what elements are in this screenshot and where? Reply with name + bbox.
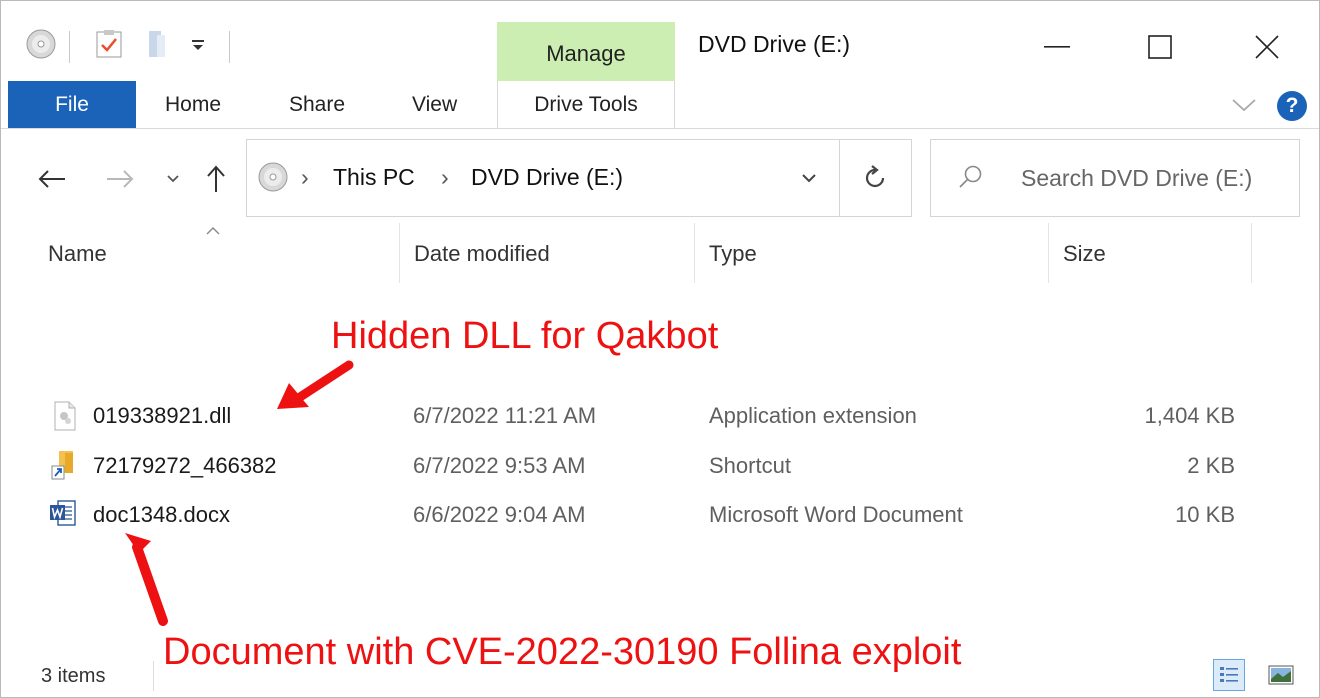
details-view-button[interactable] [1213,659,1245,691]
window-title: DVD Drive (E:) [698,31,851,57]
annotation-dll-note: Hidden DLL for Qakbot [331,315,719,357]
manage-tab-label: Manage [546,41,626,66]
new-folder-icon[interactable] [147,19,169,69]
properties-icon[interactable] [95,19,123,69]
file-size: 10 KB [1175,502,1235,527]
details-view-icon [1220,667,1238,682]
close-button[interactable] [1237,23,1297,71]
column-divider[interactable] [399,223,400,283]
tab-file[interactable]: File [8,81,136,129]
column-header-name[interactable]: Name [48,241,107,267]
column-divider[interactable] [1048,223,1049,283]
up-button[interactable] [199,157,233,201]
sort-ascending-indicator-icon [205,223,221,241]
file-size: 1,404 KB [1144,403,1235,428]
file-type: Shortcut [709,453,791,478]
breadcrumb-separator-icon[interactable]: › [441,164,449,191]
address-dropdown-chevron-icon[interactable] [801,171,817,189]
annotation-doc-note: Document with CVE-2022-30190 Follina exp… [163,631,962,673]
tab-home[interactable]: Home [165,93,221,117]
column-header-size[interactable]: Size [1063,241,1106,267]
forward-button[interactable] [101,157,139,201]
status-item-count: 3 items [41,665,106,687]
file-size: 2 KB [1187,453,1235,478]
file-name[interactable]: doc1348.docx [93,502,230,528]
help-icon[interactable]: ? [1277,91,1307,121]
search-icon [957,164,983,195]
annotation-arrow-doc [125,533,168,626]
search-input[interactable]: Search DVD Drive (E:) [1021,165,1252,192]
breadcrumb-separator-icon[interactable]: › [301,164,309,191]
expand-ribbon-chevron-icon[interactable] [1231,97,1257,118]
column-divider[interactable] [1251,223,1252,283]
column-header-type[interactable]: Type [709,241,757,267]
file-date-modified: 6/7/2022 11:21 AM [413,403,597,428]
dll-file-icon [53,401,77,436]
maximize-button[interactable] [1130,23,1190,71]
column-header-date-modified[interactable]: Date modified [414,241,550,267]
recent-locations-chevron-icon[interactable] [161,157,185,201]
breadcrumb-dvd-drive[interactable]: DVD Drive (E:) [471,164,623,191]
dvd-drive-icon[interactable] [25,19,57,69]
large-icons-view-button[interactable] [1265,659,1297,691]
minimize-button[interactable] [1027,23,1087,71]
status-divider [153,661,154,691]
file-date-modified: 6/7/2022 9:53 AM [413,453,586,478]
column-divider[interactable] [694,223,695,283]
back-button[interactable] [33,157,71,201]
tab-drive-tools[interactable]: Drive Tools [497,81,675,129]
ribbon-divider [1,128,1319,129]
shortcut-icon [51,450,77,485]
refresh-icon [865,165,884,188]
breadcrumb-this-pc[interactable]: This PC [333,164,415,191]
tab-share[interactable]: Share [289,93,345,117]
file-date-modified: 6/6/2022 9:04 AM [413,502,586,527]
explorer-window: Manage DVD Drive (E:) File Home Share Vi… [0,0,1320,698]
search-box[interactable]: Search DVD Drive (E:) [930,139,1300,217]
word-document-icon [49,499,77,532]
tab-view[interactable]: View [412,93,457,117]
file-name[interactable]: 72179272_466382 [93,453,277,479]
refresh-button[interactable] [840,139,912,217]
file-name[interactable]: 019338921.dll [93,403,231,429]
large-icons-view-icon [1268,665,1294,685]
file-type: Microsoft Word Document [709,502,963,527]
address-dvd-icon [257,161,289,198]
customize-toolbar-chevron-icon[interactable] [189,19,207,69]
file-type: Application extension [709,403,917,428]
annotation-arrow-dll [277,360,354,409]
